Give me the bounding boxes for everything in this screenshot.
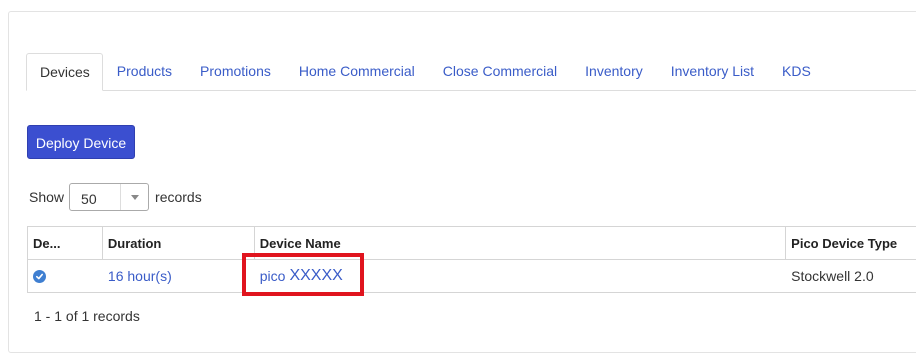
- device-name-link[interactable]: pico: [260, 268, 286, 284]
- dropdown-arrow-icon[interactable]: [120, 184, 148, 210]
- show-label: Show: [29, 189, 65, 205]
- tab-home-commercial[interactable]: Home Commercial: [285, 53, 429, 90]
- column-header-device-name[interactable]: Device Name: [255, 227, 787, 259]
- duration-link[interactable]: 16 hour(s): [108, 268, 172, 284]
- tab-inventory-list[interactable]: Inventory List: [657, 53, 768, 90]
- tab-devices[interactable]: Devices: [26, 53, 103, 91]
- page-size-value: 50: [81, 190, 97, 207]
- page-size-control: Show 50 records: [29, 183, 202, 211]
- device-name-masked[interactable]: XXXXX: [289, 267, 342, 285]
- duration-cell: 16 hour(s): [103, 260, 255, 292]
- column-header-duration[interactable]: Duration: [103, 227, 255, 259]
- table-header: De... Duration Device Name Pico Device T…: [28, 227, 916, 260]
- records-summary: 1 - 1 of 1 records: [34, 308, 140, 324]
- page-size-select[interactable]: 50: [69, 183, 150, 211]
- tab-inventory[interactable]: Inventory: [571, 53, 657, 90]
- tab-bar: Devices Products Promotions Home Commerc…: [26, 52, 916, 91]
- tab-close-commercial[interactable]: Close Commercial: [429, 53, 571, 90]
- column-header-status[interactable]: De...: [28, 227, 103, 259]
- tab-kds[interactable]: KDS: [768, 53, 825, 90]
- check-circle-icon: [33, 269, 46, 283]
- records-label: records: [155, 189, 202, 205]
- deploy-device-button[interactable]: Deploy Device: [27, 125, 135, 159]
- tab-promotions[interactable]: Promotions: [186, 53, 285, 90]
- tab-products[interactable]: Products: [103, 53, 186, 90]
- device-name-cell: pico XXXXX: [255, 260, 786, 292]
- table-row[interactable]: 16 hour(s) pico XXXXX Stockwell 2.0: [28, 260, 916, 292]
- device-type-cell: Stockwell 2.0: [791, 268, 874, 284]
- column-header-device-type[interactable]: Pico Device Type: [786, 227, 916, 259]
- status-cell: [28, 260, 103, 292]
- devices-table: De... Duration Device Name Pico Device T…: [27, 226, 916, 293]
